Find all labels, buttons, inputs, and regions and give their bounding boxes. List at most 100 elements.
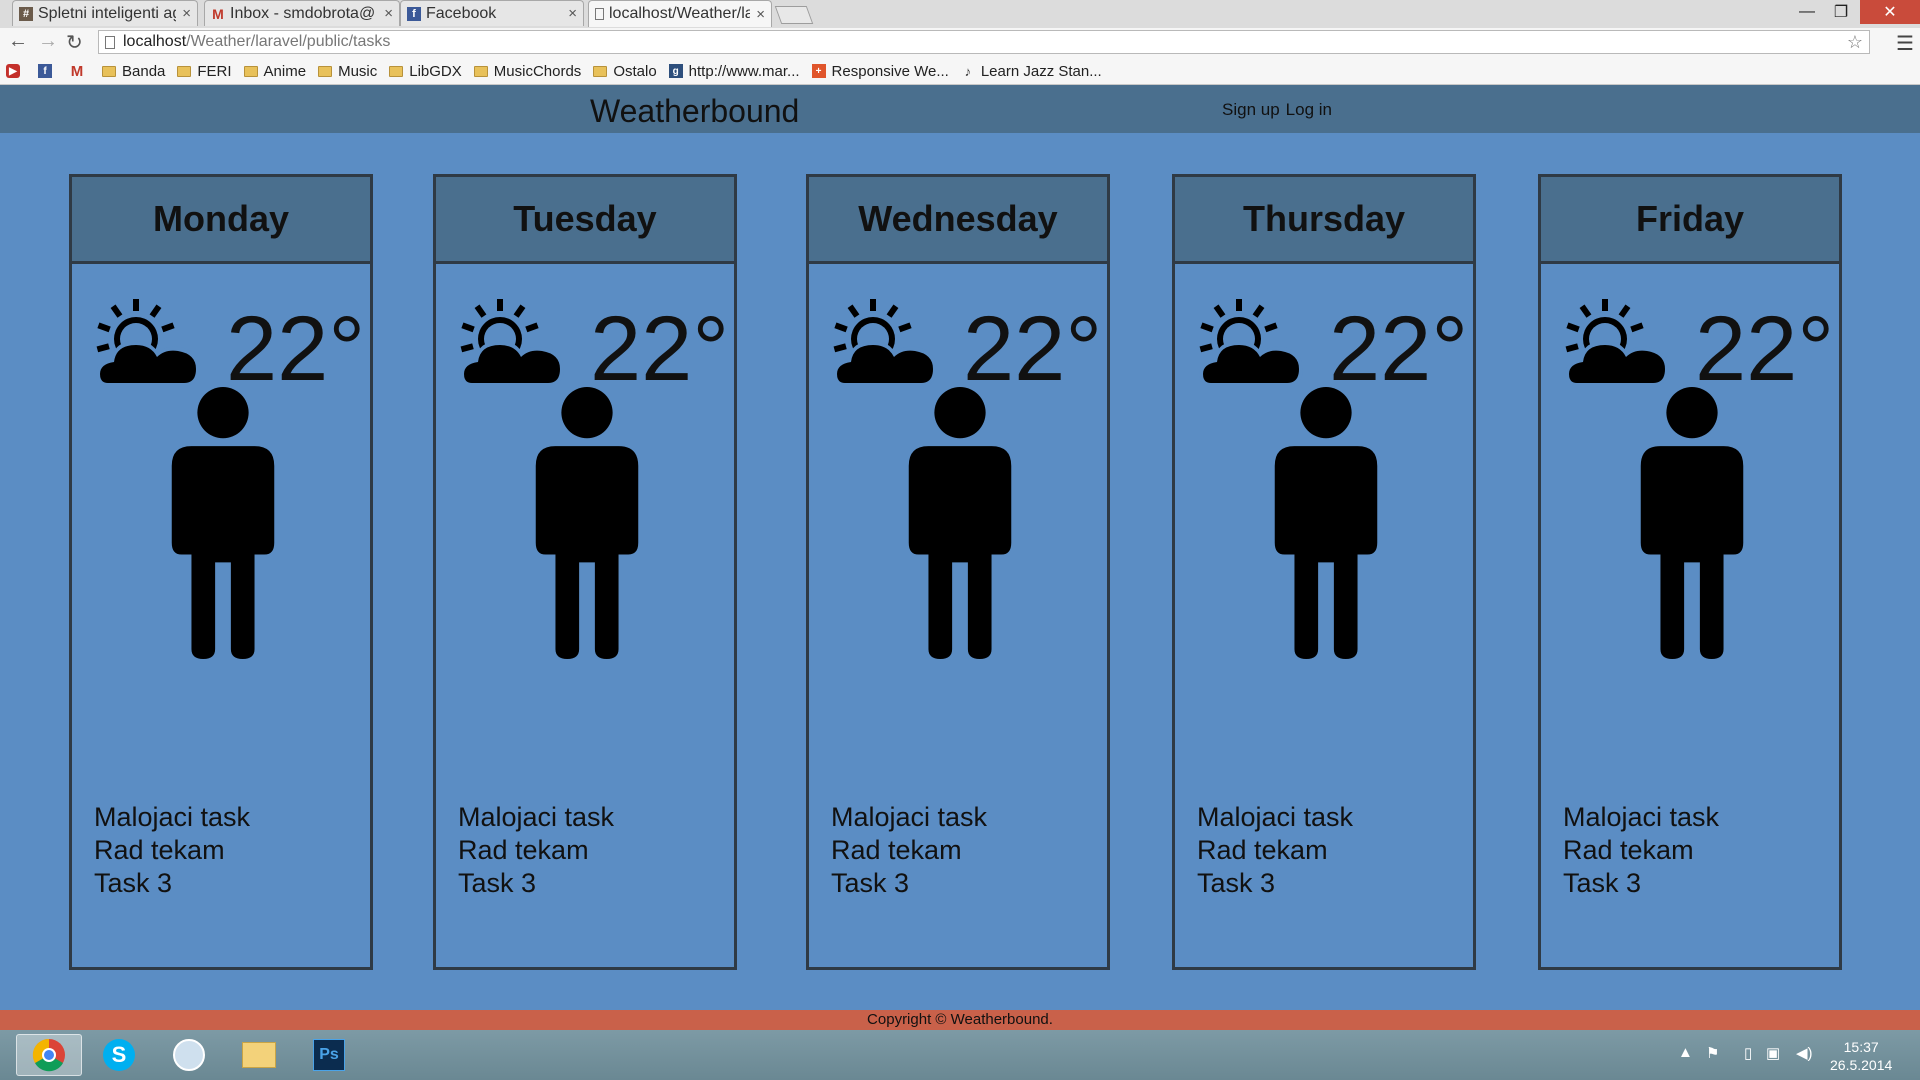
temperature: 22° xyxy=(590,298,730,400)
temperature: 22° xyxy=(1329,298,1469,400)
forward-icon[interactable]: → xyxy=(38,30,58,53)
partly-cloudy-icon xyxy=(96,299,200,385)
page-icon xyxy=(595,8,604,20)
tab-close-icon[interactable]: × xyxy=(384,5,393,22)
flag-icon[interactable]: ⚑ xyxy=(1706,1044,1719,1062)
bookmark-link[interactable]: + Responsive We... xyxy=(811,63,949,80)
bookmark-folder[interactable]: Music xyxy=(318,63,377,80)
bookmark-folder[interactable]: MusicChords xyxy=(473,63,581,80)
address-bar[interactable]: localhost/Weather/laravel/public/tasks ☆ xyxy=(98,30,1870,54)
bookmark-link[interactable]: ♪ Learn Jazz Stan... xyxy=(961,63,1102,80)
day-title: Monday xyxy=(72,177,370,264)
skype-taskbar-button[interactable]: S xyxy=(86,1034,152,1076)
menu-icon[interactable]: ☰ xyxy=(1896,31,1914,56)
task-item[interactable]: Rad tekam xyxy=(94,834,250,867)
person-icon xyxy=(908,387,1012,659)
tab-spletni[interactable]: # Spletni inteligenti ag × xyxy=(12,0,198,26)
close-window-button[interactable]: ✕ xyxy=(1860,0,1920,24)
task-item[interactable]: Rad tekam xyxy=(1563,834,1719,867)
tab-inbox[interactable]: M Inbox - smdobrota@ × xyxy=(204,0,400,26)
show-hidden-icons[interactable]: ▲ xyxy=(1678,1044,1693,1061)
volume-icon[interactable]: ◀) xyxy=(1796,1044,1813,1062)
weather-summary: 22° xyxy=(460,299,730,399)
partly-cloudy-icon xyxy=(460,299,564,385)
task-list: Malojaci task Rad tekam Task 3 xyxy=(458,801,614,900)
tab-facebook[interactable]: f Facebook × xyxy=(400,0,584,26)
folder-icon xyxy=(177,65,192,77)
partly-cloudy-icon xyxy=(833,299,937,385)
network-icon[interactable]: ▣ xyxy=(1766,1044,1780,1062)
tab-localhost[interactable]: localhost/Weather/la × xyxy=(588,0,772,27)
new-tab-button[interactable] xyxy=(774,6,814,24)
task-item[interactable]: Rad tekam xyxy=(831,834,987,867)
browser-tab-strip: # Spletni inteligenti ag × M Inbox - smd… xyxy=(0,0,1920,28)
task-item[interactable]: Malojaci task xyxy=(1563,801,1719,834)
bookmark-folder[interactable]: Banda xyxy=(102,63,165,80)
bookmark-folder[interactable]: Ostalo xyxy=(593,63,657,80)
tab-close-icon[interactable]: × xyxy=(568,5,577,22)
task-item[interactable]: Malojaci task xyxy=(458,801,614,834)
task-item[interactable]: Task 3 xyxy=(831,867,987,900)
battery-icon[interactable]: ▯ xyxy=(1744,1044,1752,1062)
system-clock[interactable]: 15:37 26.5.2014 xyxy=(1830,1038,1892,1074)
app-icon xyxy=(173,1039,205,1071)
weather-summary: 22° xyxy=(1565,299,1835,399)
day-card-friday: Friday 22° Malojaci task Rad tekam Task … xyxy=(1538,174,1842,970)
task-item[interactable]: Rad tekam xyxy=(1197,834,1353,867)
signup-link[interactable]: Sign up xyxy=(1222,100,1280,119)
back-icon[interactable]: ← xyxy=(8,30,28,53)
folder-icon xyxy=(242,1042,276,1068)
facebook-bookmark[interactable]: f xyxy=(38,64,58,78)
folder-icon xyxy=(389,65,404,77)
temperature: 22° xyxy=(1695,298,1835,400)
day-card-thursday: Thursday 22° Malojaci task Rad tekam Tas… xyxy=(1172,174,1476,970)
link-icon: g xyxy=(668,64,683,78)
plus-icon: + xyxy=(811,64,826,78)
youtube-icon: ▶ xyxy=(6,64,20,78)
day-title: Wednesday xyxy=(809,177,1107,264)
partly-cloudy-icon xyxy=(1199,299,1303,385)
app-taskbar-button[interactable] xyxy=(156,1034,222,1076)
facebook-icon: f xyxy=(407,6,421,21)
music-note-icon: ♪ xyxy=(964,63,972,79)
task-list: Malojaci task Rad tekam Task 3 xyxy=(1197,801,1353,900)
chrome-icon xyxy=(32,1038,65,1072)
task-item[interactable]: Malojaci task xyxy=(831,801,987,834)
weather-summary: 22° xyxy=(1199,299,1469,399)
task-item[interactable]: Task 3 xyxy=(1197,867,1353,900)
site-brand[interactable]: Weatherbound xyxy=(590,93,799,130)
task-item[interactable]: Task 3 xyxy=(94,867,250,900)
task-item[interactable]: Task 3 xyxy=(458,867,614,900)
tab-close-icon[interactable]: × xyxy=(756,6,765,23)
bookmark-star-icon[interactable]: ☆ xyxy=(1847,32,1863,53)
task-item[interactable]: Task 3 xyxy=(1563,867,1719,900)
auth-links: Sign up Log in xyxy=(1222,100,1338,120)
bookmark-link[interactable]: g http://www.mar... xyxy=(668,63,800,80)
person-icon xyxy=(1640,387,1744,659)
task-list: Malojaci task Rad tekam Task 3 xyxy=(831,801,987,900)
bookmark-folder[interactable]: FERI xyxy=(177,63,232,80)
gmail-bookmark[interactable]: M xyxy=(70,63,90,80)
day-card-monday: Monday 22° Malojaci task Rad tekam Task … xyxy=(69,174,373,970)
task-item[interactable]: Malojaci task xyxy=(94,801,250,834)
bookmark-folder[interactable]: LibGDX xyxy=(389,63,462,80)
day-title: Friday xyxy=(1541,177,1839,264)
bookmarks-bar: ▶ f M Banda FERI Anime Music LibGDX Musi… xyxy=(0,58,1920,85)
task-item[interactable]: Malojaci task xyxy=(1197,801,1353,834)
folder-icon xyxy=(593,65,608,77)
tab-close-icon[interactable]: × xyxy=(182,5,191,22)
maximize-button[interactable]: ❐ xyxy=(1820,0,1862,24)
hash-icon: # xyxy=(19,6,33,21)
reload-icon[interactable]: ↻ xyxy=(66,30,83,55)
login-link[interactable]: Log in xyxy=(1286,100,1332,119)
taskbar: S Ps ▲ ⚑ ▯ ▣ ◀) 15:37 26.5.2014 xyxy=(0,1030,1920,1080)
day-card-tuesday: Tuesday 22° Malojaci task Rad tekam Task… xyxy=(433,174,737,970)
folder-icon xyxy=(243,65,258,77)
day-title: Tuesday xyxy=(436,177,734,264)
task-item[interactable]: Rad tekam xyxy=(458,834,614,867)
explorer-taskbar-button[interactable] xyxy=(226,1034,292,1076)
photoshop-taskbar-button[interactable]: Ps xyxy=(296,1034,362,1076)
chrome-taskbar-button[interactable] xyxy=(16,1034,82,1076)
youtube-bookmark[interactable]: ▶ xyxy=(6,64,26,78)
bookmark-folder[interactable]: Anime xyxy=(243,63,306,80)
